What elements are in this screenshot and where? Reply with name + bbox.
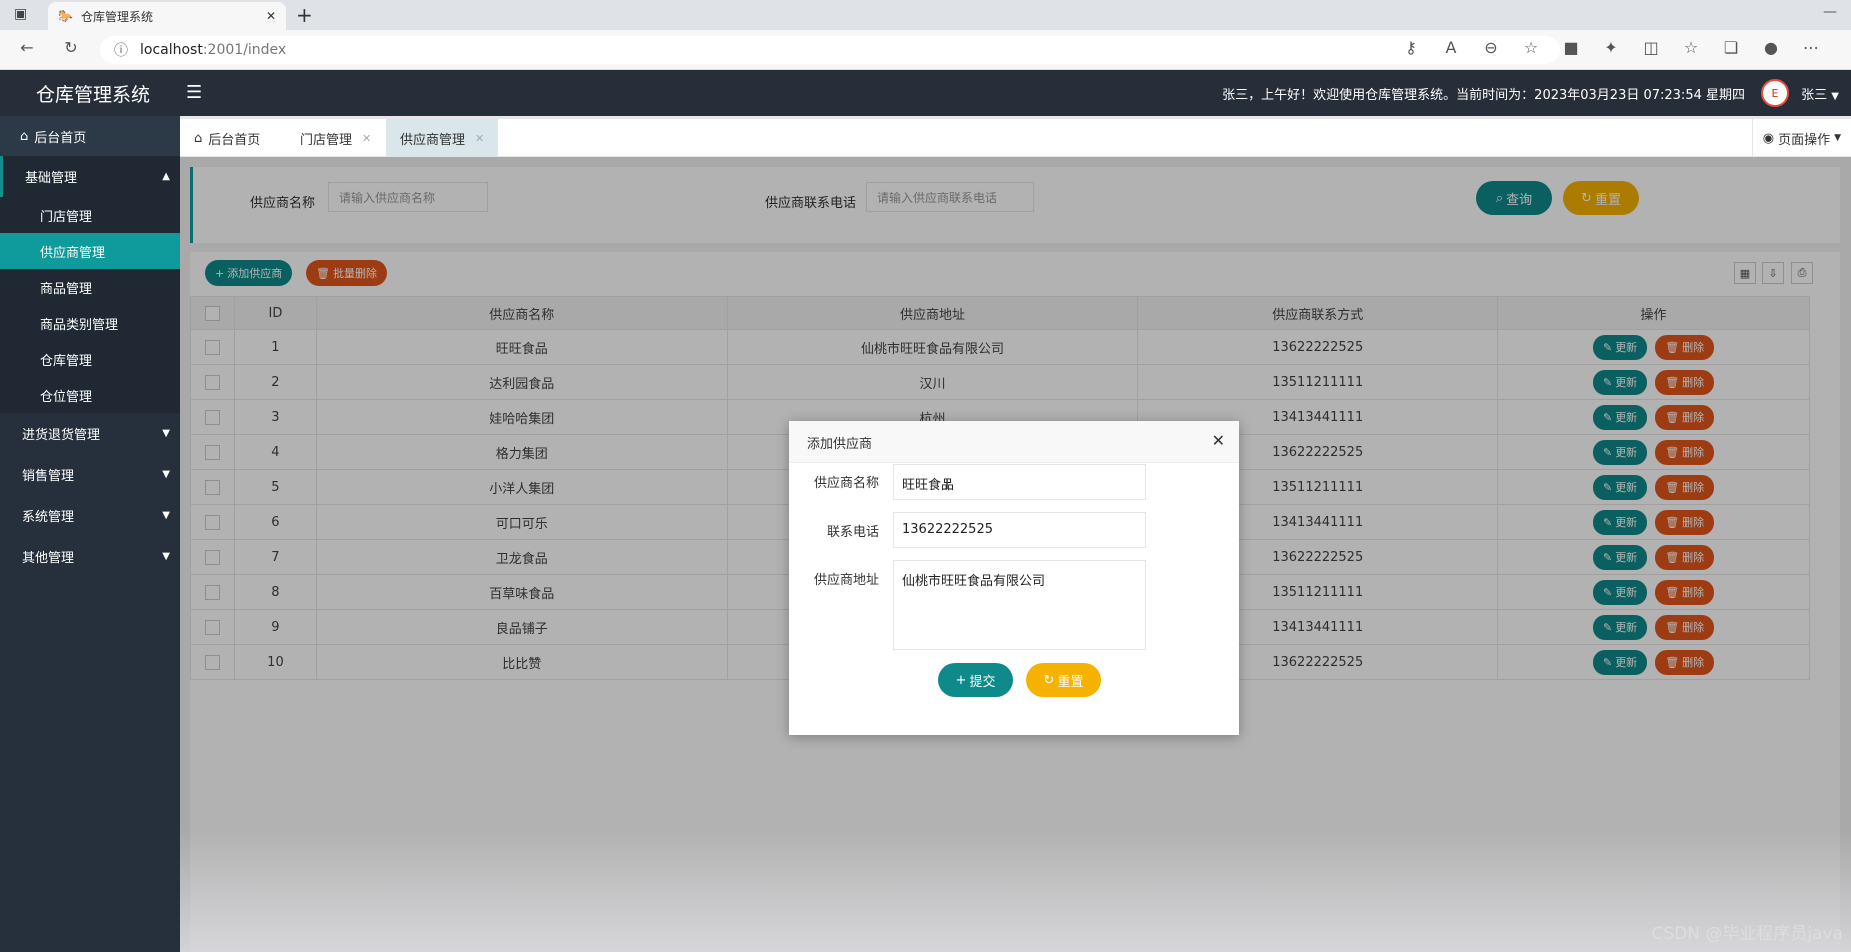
home-icon: ⌂ (20, 128, 29, 144)
browser-tab[interactable]: 🐎 仓库管理系统 ✕ (48, 2, 286, 30)
sidebar: ⌂ 后台首页 基础管理 ▲ 门店管理 供应商管理 商品管理 商品类别管理 仓库管理 … (0, 116, 180, 952)
dialog-name-label: 供应商名称 (813, 476, 879, 491)
sidebar-group-label: 基础管理 (25, 171, 78, 186)
tab-actions-icon[interactable]: ▣ (14, 6, 27, 22)
key-icon[interactable]: ⚷ (1400, 38, 1422, 57)
sidebar-group-system[interactable]: 系统管理 ▼ (0, 495, 180, 536)
more-icon[interactable]: ⋯ (1800, 38, 1822, 57)
home-icon: ⌂ (194, 130, 203, 146)
close-icon[interactable]: ✕ (475, 132, 484, 145)
sidebar-item-suppliers[interactable]: 供应商管理 (0, 233, 180, 269)
bottom-fade (180, 830, 1851, 952)
tab-stores[interactable]: 门店管理 ✕ (286, 119, 385, 157)
add-supplier-dialog: 添加供应商 ✕ 供应商名称 旺旺食品 I 联系电话 13622222525 供应… (789, 421, 1239, 735)
caret-down-icon: ▼ (162, 428, 170, 439)
split-screen-icon[interactable]: ◫ (1640, 38, 1662, 57)
caret-down-icon: ▼ (162, 510, 170, 521)
puzzle-icon[interactable]: ✦ (1600, 38, 1622, 57)
sidebar-group-label: 销售管理 (22, 469, 75, 484)
caret-down-icon: ▼ (162, 469, 170, 480)
browser-toolbar: ← ↻ ⓘ localhost:2001/index ⚷ A ⊖ ☆ ■ ✦ ◫… (0, 30, 1851, 70)
sidebar-group-label: 系统管理 (22, 510, 75, 525)
tab-label: 后台首页 (208, 132, 261, 148)
app-header: 仓库管理系统 ☰ 张三，上午好！欢迎使用仓库管理系统。当前时间为：2023年03… (0, 70, 1851, 116)
caret-up-icon: ▲ (162, 171, 170, 182)
sidebar-item-goods[interactable]: 商品管理 (0, 269, 180, 305)
supplier-name-field[interactable]: 旺旺食品 (893, 464, 1146, 500)
supplier-phone-field[interactable]: 13622222525 (893, 512, 1146, 548)
tab-suppliers[interactable]: 供应商管理 ✕ (386, 119, 499, 157)
tab-home[interactable]: ⌂ 后台首页 (180, 119, 274, 157)
page-tabs: ⌂ 后台首页 门店管理 ✕ 供应商管理 ✕ ◉ 页面操作 ▼ (180, 116, 1851, 157)
read-aloud-icon[interactable]: A (1440, 38, 1462, 57)
collections-icon[interactable]: ❏ (1720, 38, 1742, 57)
minimize-icon[interactable]: — (1823, 4, 1837, 20)
page-operations-label: 页面操作 (1778, 132, 1831, 148)
tab-label: 门店管理 (300, 132, 353, 148)
submit-button[interactable]: + 提交 (938, 663, 1013, 697)
close-tab-icon[interactable]: ✕ (266, 9, 276, 23)
sidebar-group-purchase[interactable]: 进货退货管理 ▼ (0, 413, 180, 454)
page-operations-menu[interactable]: ◉ 页面操作 ▼ (1751, 119, 1851, 157)
chevron-down-icon: ▼ (1831, 91, 1839, 102)
sidebar-item-stores[interactable]: 门店管理 (0, 197, 180, 233)
zoom-icon[interactable]: ⊖ (1480, 38, 1502, 57)
caret-down-icon: ▼ (162, 551, 170, 562)
menu-toggle-icon[interactable]: ☰ (186, 82, 202, 103)
close-icon[interactable]: ✕ (1212, 431, 1225, 450)
favorite-add-icon[interactable]: ☆ (1520, 38, 1542, 57)
welcome-text: 张三，上午好！欢迎使用仓库管理系统。当前时间为：2023年03月23日 07:2… (1222, 88, 1745, 103)
url-path: :2001/index (202, 42, 287, 58)
new-tab-icon[interactable]: + (296, 3, 313, 27)
target-icon: ◉ (1762, 130, 1775, 146)
submit-label: 提交 (969, 674, 996, 690)
sidebar-group-label: 其他管理 (22, 551, 75, 566)
dialog-reset-button[interactable]: ↻ 重置 (1026, 663, 1101, 697)
app-brand: 仓库管理系统 (36, 84, 151, 106)
site-info-icon[interactable]: ⓘ (114, 40, 128, 60)
sidebar-item-warehouse[interactable]: 仓库管理 (0, 341, 180, 377)
user-name: 张三 (1801, 88, 1828, 103)
address-bar[interactable]: ⓘ localhost:2001/index (100, 36, 1560, 64)
favorites-icon[interactable]: ☆ (1680, 38, 1702, 57)
sidebar-home-label: 后台首页 (34, 130, 87, 146)
sidebar-group-sales[interactable]: 销售管理 ▼ (0, 454, 180, 495)
extension-icon[interactable]: ■ (1560, 38, 1582, 57)
refresh-icon: ↻ (1043, 672, 1055, 688)
sidebar-item-storage-location[interactable]: 仓位管理 (0, 377, 180, 413)
profile-icon[interactable]: ● (1760, 38, 1782, 57)
sidebar-item-goods-category[interactable]: 商品类别管理 (0, 305, 180, 341)
plus-icon: + (955, 672, 967, 688)
dialog-phone-label: 联系电话 (826, 525, 879, 540)
site-favicon-icon: 🐎 (58, 9, 73, 23)
caret-down-icon: ▼ (1834, 133, 1841, 143)
url-host: localhost (140, 42, 203, 58)
user-menu[interactable]: 张三 ▼ (1801, 84, 1839, 103)
browser-tab-title: 仓库管理系统 (80, 9, 153, 24)
dialog-title: 添加供应商 (789, 421, 1239, 463)
close-icon[interactable]: ✕ (362, 132, 371, 145)
text-cursor-icon: I (945, 477, 950, 493)
sidebar-group-basic[interactable]: 基础管理 ▲ (0, 156, 180, 197)
browser-tab-strip: ▣ 🐎 仓库管理系统 ✕ + — (0, 0, 1851, 30)
refresh-icon[interactable]: ↻ (60, 38, 82, 57)
avatar[interactable]: E (1761, 79, 1789, 107)
sidebar-group-label: 进货退货管理 (22, 428, 101, 443)
supplier-address-field[interactable]: 仙桃市旺旺食品有限公司 (893, 560, 1146, 650)
back-icon[interactable]: ← (16, 38, 38, 57)
dialog-address-label: 供应商地址 (813, 573, 879, 588)
watermark: CSDN @毕业程序员java (1651, 924, 1844, 944)
sidebar-item-home[interactable]: ⌂ 后台首页 (0, 116, 180, 156)
tab-label: 供应商管理 (400, 132, 466, 148)
sidebar-group-other[interactable]: 其他管理 ▼ (0, 536, 180, 577)
dialog-reset-label: 重置 (1057, 674, 1084, 690)
